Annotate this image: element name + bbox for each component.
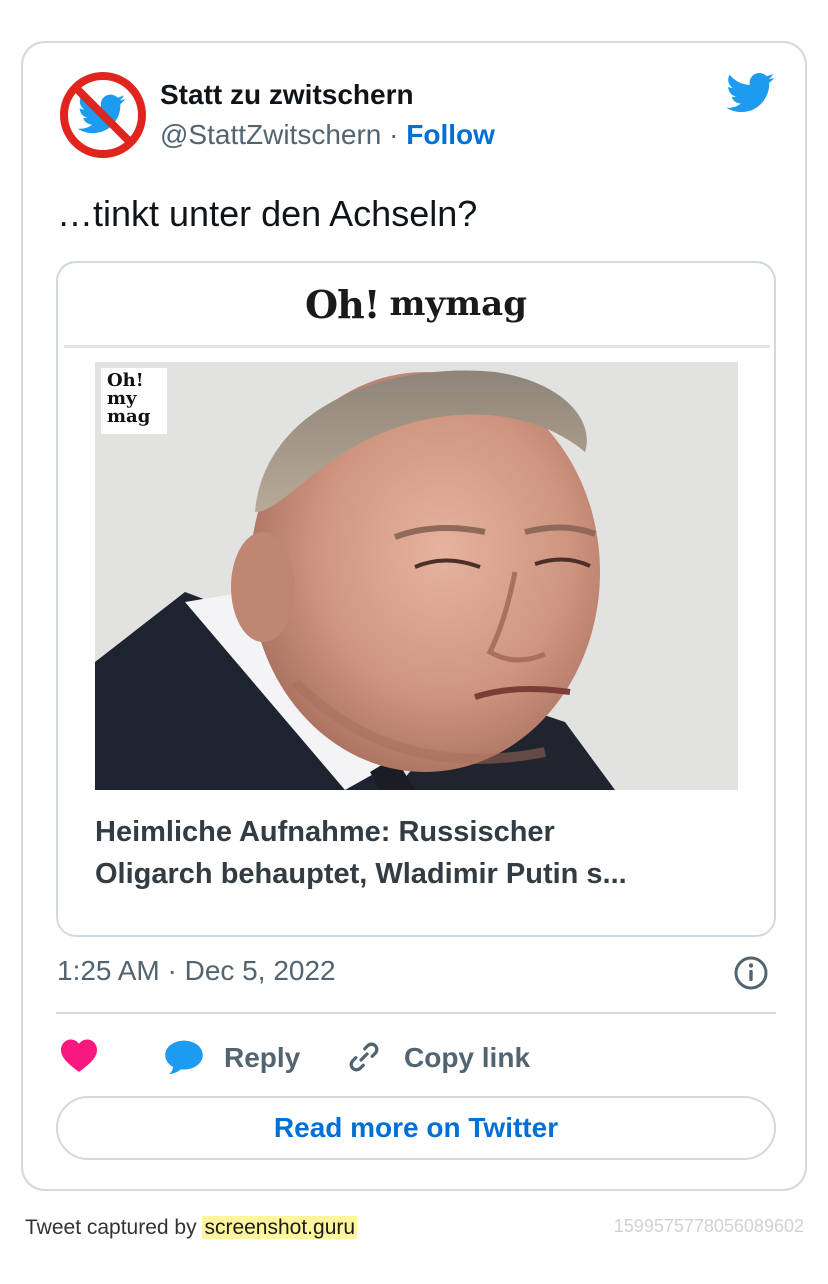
speech-bubble-icon[interactable]	[165, 1039, 203, 1075]
tweet-id: 1599575778056089602	[613, 1216, 804, 1236]
article-image: Oh! my mag	[95, 362, 738, 790]
info-icon[interactable]	[733, 955, 769, 991]
read-more-button[interactable]: Read more on Twitter	[56, 1096, 776, 1160]
no-twitter-icon	[60, 72, 146, 158]
brand-oh: Oh!	[305, 281, 380, 327]
link-preview-card[interactable]: Oh! mymag Oh! my mag Heimliche Aufnahme:…	[56, 261, 776, 937]
capture-credit-prefix: Tweet captured by	[25, 1216, 197, 1239]
capture-credit-link[interactable]: screenshot.guru	[202, 1216, 358, 1239]
handle-separator: ·	[389, 119, 399, 150]
article-headline[interactable]: Heimliche Aufnahme: Russischer Oligarch …	[95, 811, 745, 895]
publisher-logo: Oh! mymag	[58, 263, 774, 345]
avatar[interactable]	[59, 71, 147, 159]
author-name[interactable]: Statt zu zwitschern	[160, 79, 414, 111]
action-divider	[56, 1012, 776, 1014]
tweet-card: Statt zu zwitschern @StattZwitschern · F…	[21, 41, 807, 1191]
brand-mymag: mymag	[389, 284, 527, 324]
headline-line-2: Oligarch behauptet, Wladimir Putin s...	[95, 858, 627, 890]
heart-icon[interactable]	[61, 1039, 97, 1073]
image-watermark-badge: Oh! my mag	[101, 368, 167, 434]
follow-link[interactable]: Follow	[406, 119, 495, 150]
reply-button[interactable]: Reply	[224, 1042, 300, 1074]
handle-row: @StattZwitschern · Follow	[160, 119, 495, 151]
header-divider	[64, 345, 770, 348]
twitter-bird-icon[interactable]	[727, 73, 775, 113]
author-handle[interactable]: @StattZwitschern	[160, 119, 381, 150]
tweet-timestamp[interactable]: 1:25 AM · Dec 5, 2022	[57, 955, 336, 987]
link-icon[interactable]	[346, 1039, 382, 1075]
tweet-actions: Reply Copy link	[56, 1037, 776, 1077]
capture-credit: Tweet captured by screenshot.guru	[25, 1216, 358, 1240]
copy-link-button[interactable]: Copy link	[404, 1042, 530, 1074]
headline-line-1: Heimliche Aufnahme: Russischer	[95, 816, 555, 848]
tweet-text: …tinkt unter den Achseln?	[57, 193, 478, 234]
portrait-illustration	[95, 362, 738, 790]
badge-line-3: mag	[107, 406, 151, 427]
